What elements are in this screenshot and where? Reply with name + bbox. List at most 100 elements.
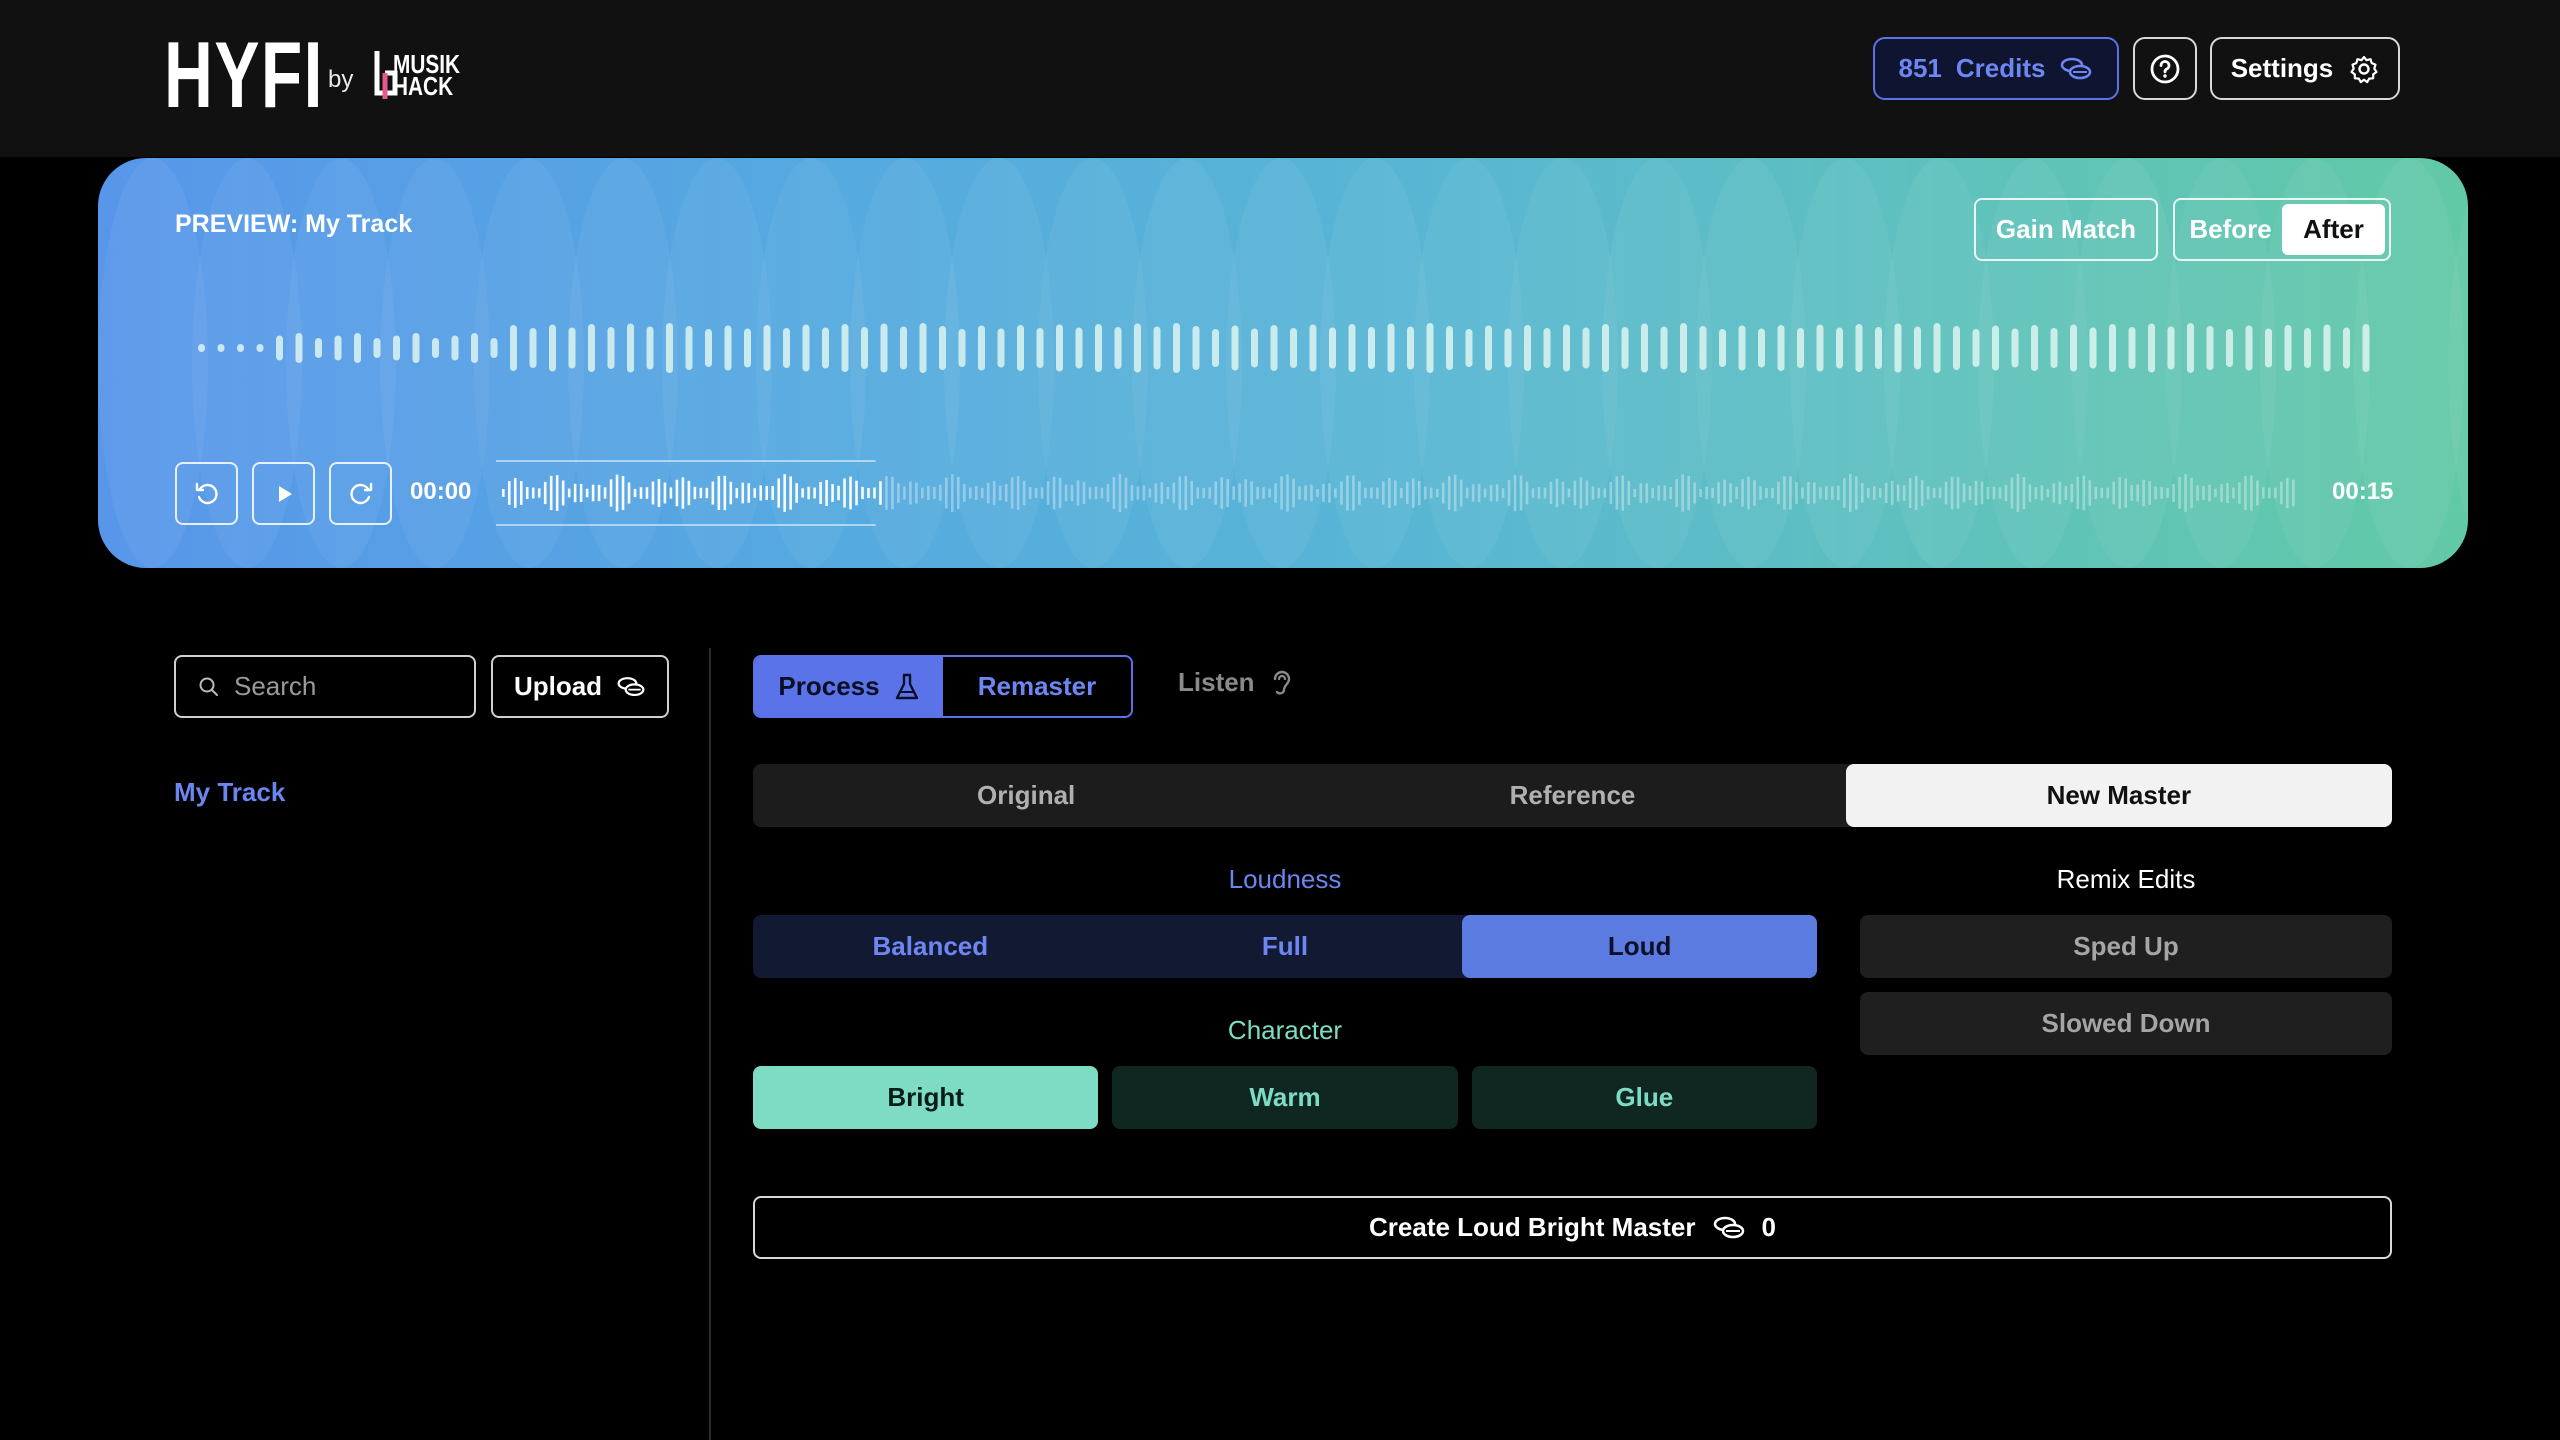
scrubber-bar <box>2178 477 2181 509</box>
scrubber-bar <box>1663 485 1667 501</box>
scrubber-bar <box>1489 484 1493 502</box>
waveform-bar <box>861 327 868 369</box>
scrubber-bar <box>1914 476 1918 510</box>
forward-button[interactable] <box>329 462 392 525</box>
scrubber-bar <box>1280 476 1283 510</box>
waveform-bar <box>276 335 283 361</box>
tab-reference[interactable]: Reference <box>1299 764 1845 827</box>
after-option[interactable]: After <box>2282 204 2385 255</box>
waveform-bar <box>529 328 537 368</box>
scrubber-bar <box>2148 481 2151 505</box>
waveform-bar <box>237 344 244 352</box>
scrubber-bar <box>1405 481 1409 505</box>
scrubber-progress-bottom <box>496 524 876 526</box>
scrubber-bar <box>1699 488 1702 498</box>
process-tab[interactable]: Process <box>755 657 943 716</box>
scrubber-bar <box>549 475 553 511</box>
loudness-full[interactable]: Full <box>1108 915 1463 978</box>
scrubber-bar <box>2190 477 2193 509</box>
gain-match-button[interactable]: Gain Match <box>1974 198 2158 261</box>
scrubber-bar <box>1860 483 1864 503</box>
remaster-tab[interactable]: Remaster <box>943 657 1131 716</box>
scrubber-bar <box>1034 487 1038 499</box>
scrubber-bar <box>2106 487 2110 499</box>
scrubber-bar <box>1962 483 1966 503</box>
search-box[interactable] <box>174 655 476 718</box>
character-bright[interactable]: Bright <box>753 1066 1099 1129</box>
create-master-cost: 0 <box>1761 1212 1776 1242</box>
waveform-bar <box>822 327 829 369</box>
scrubber-bar <box>2028 484 2032 502</box>
scrubber[interactable] <box>496 460 2304 526</box>
character-glue[interactable]: Glue <box>1471 1066 1817 1129</box>
app-logo[interactable]: HYFI by MUSIK HACK <box>164 28 477 122</box>
upload-button[interactable]: Upload <box>491 655 669 718</box>
loudness-label: Loudness <box>1228 864 1342 894</box>
scrubber-bar <box>615 474 619 512</box>
scrubber-bar <box>783 474 786 512</box>
scrubber-bar <box>986 482 990 504</box>
search-input[interactable] <box>234 671 454 702</box>
scrubber-bar <box>1376 487 1379 499</box>
scrubber-bar <box>1082 481 1086 505</box>
character-warm[interactable]: Warm <box>1112 1066 1458 1129</box>
help-button[interactable] <box>2133 37 2197 100</box>
sped-up-button[interactable]: Sped Up <box>1860 915 2392 978</box>
scrubber-bar <box>2214 488 2217 498</box>
loudness-balanced[interactable]: Balanced <box>753 915 1108 978</box>
waveform-bar <box>1368 327 1375 369</box>
scrubber-bar <box>1214 481 1218 505</box>
credits-button[interactable]: 851 Credits <box>1873 37 2119 100</box>
track-list-item[interactable]: My Track <box>174 777 285 808</box>
character-selector: Bright Warm Glue <box>753 1066 1817 1129</box>
scrubber-bar <box>1382 481 1385 505</box>
listen-tab[interactable]: Listen <box>1178 666 1295 698</box>
remix-edits-label: Remix Edits <box>2056 864 2196 894</box>
logo-wordmark: HYFI <box>164 22 324 127</box>
scrubber-bar <box>1645 483 1649 503</box>
scrubber-bar <box>855 480 858 506</box>
scrubber-bar <box>1621 475 1625 511</box>
scrubber-bar <box>1866 488 1870 498</box>
tab-new-master[interactable]: New Master <box>1845 764 2392 827</box>
scrubber-bar <box>1549 481 1553 505</box>
waveform-bar <box>744 328 751 368</box>
scrubber-bar <box>837 485 840 501</box>
scrubber-bar <box>1292 478 1295 508</box>
scrubber-bar <box>567 488 571 498</box>
scrubber-bar <box>1453 474 1457 512</box>
scrubber-bar <box>795 483 798 503</box>
scrubber-bar <box>1477 483 1481 503</box>
scrubber-bar <box>1705 486 1708 500</box>
scrubber-bar <box>1681 474 1684 512</box>
scrubber-bar <box>1980 481 1984 505</box>
scrubber-bar <box>1184 475 1188 511</box>
waveform-bar <box>763 325 771 371</box>
scrubber-bar <box>2286 477 2289 509</box>
play-button[interactable] <box>252 462 315 525</box>
waveform-bar <box>724 325 732 371</box>
tab-original[interactable]: Original <box>753 764 1299 827</box>
waveform-bar <box>1719 329 1726 367</box>
before-option[interactable]: Before <box>2179 204 2282 255</box>
scrubber-bar <box>1902 485 1906 501</box>
scrubber-bar <box>2064 486 2068 500</box>
waveform-bar <box>2167 326 2175 370</box>
slowed-down-button[interactable]: Slowed Down <box>1860 992 2392 1055</box>
waveform-bar <box>1992 325 1999 371</box>
scrubber-bar <box>633 488 637 498</box>
scrubber-bar <box>2016 474 2020 512</box>
create-master-button[interactable]: Create Loud Bright Master 0 <box>753 1196 2392 1259</box>
rewind-button[interactable] <box>175 462 238 525</box>
scrubber-bar <box>1573 480 1577 506</box>
scrubber-bar <box>1190 480 1194 506</box>
scrubber-bar <box>717 475 721 511</box>
waveform-bar <box>1056 324 1063 372</box>
scrubber-bar <box>735 487 739 499</box>
scrubber-bar <box>1088 487 1092 499</box>
waveform-bar <box>451 335 459 361</box>
settings-button[interactable]: Settings <box>2210 37 2400 100</box>
coins-icon <box>2061 57 2092 79</box>
scrubber-bar <box>2166 488 2169 498</box>
loudness-loud[interactable]: Loud <box>1462 915 1818 978</box>
